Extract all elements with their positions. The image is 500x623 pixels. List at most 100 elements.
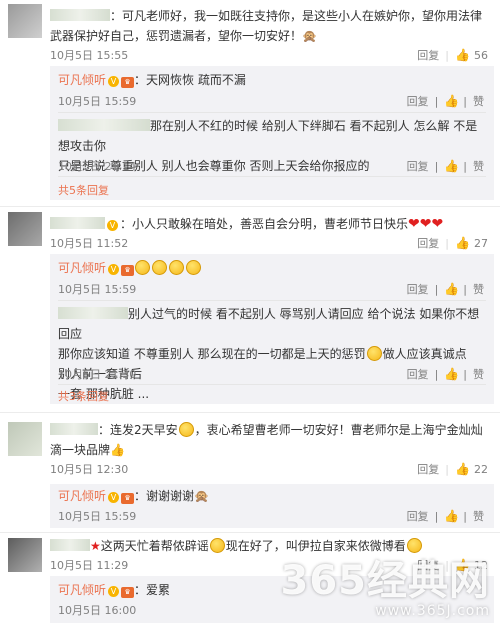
reply-button[interactable]: 回复 (417, 461, 439, 477)
avatar[interactable] (8, 4, 42, 38)
more-replies-link[interactable]: 共5条回复 (58, 182, 109, 198)
reply-button[interactable]: 回复 (417, 47, 439, 63)
like-icon[interactable]: 👍 (455, 237, 470, 249)
divider (58, 176, 486, 177)
reply-box: 可凡倾听 V ♛ ：天网恢恢 疏而不漏 10月5日 15:59 回复 | 👍 | 赞 那在… (50, 66, 494, 200)
reply-username[interactable]: 可凡倾听 (58, 73, 106, 87)
like-button[interactable]: 赞 (473, 158, 484, 174)
vip-badge-icon: ♛ (121, 77, 135, 88)
like-icon[interactable]: 👍 (444, 160, 459, 172)
comment-actions: 回复 | 👍 27 (417, 235, 488, 251)
smile-emoji-icon (186, 260, 202, 275)
verified-badge-icon: V (108, 264, 120, 275)
like-button[interactable]: 赞 (473, 366, 484, 382)
vip-badge-icon: ♛ (121, 493, 135, 504)
smile-emoji-icon (135, 260, 151, 275)
like-count: 27 (474, 236, 488, 250)
comment-time: 10月5日 11:29 (50, 559, 129, 572)
like-count: 22 (474, 462, 488, 476)
reply-username[interactable]: 可凡倾听 (58, 583, 106, 597)
sub-reply-actions: 回复 | 👍 | 赞 (406, 158, 484, 174)
sub-reply-time: 10月5日 21:30 (58, 368, 137, 381)
comment-text: V ：小人只敢躲在暗处，善恶自会分明，曹老师节日快乐❤❤❤ (50, 214, 488, 234)
verified-badge-icon: V (107, 220, 118, 231)
monkey-icon: 🙊 (302, 29, 317, 43)
comment-text: ★这两天忙着帮侬辟谣 现在好了，叫伊拉自家来侬微博看 (50, 536, 488, 556)
sub-reply-time: 10月5日 21:14 (58, 160, 137, 173)
like-count: 56 (474, 48, 488, 62)
reply-button[interactable]: 回复 (407, 366, 429, 382)
comment-1: ：可凡老师好，我一如既往支持你，是这些小人在嫉妒你，望你用法律武器保护好自己，惩… (0, 0, 500, 200)
reply-username[interactable]: 可凡倾听 (58, 489, 106, 503)
smile-emoji-icon (152, 260, 168, 275)
reply-text: 可凡倾听 V ♛ ：谢谢谢谢🙊 (58, 489, 209, 504)
monkey-icon: 🙊 (194, 489, 209, 503)
comment-actions: 回复 | 👍 22 (417, 461, 488, 477)
reply-actions: 回复 | 👍 | 赞 (406, 508, 484, 524)
vip-badge-icon: ♛ (121, 265, 135, 276)
smile-emoji-icon (178, 422, 194, 437)
comment-3: ：连发2天早安 ，衷心希望曹老师一切安好！曹老师尔是上海宁金灿灿滴一块品牌👍 10… (0, 414, 500, 528)
like-icon[interactable]: 👍 (444, 510, 459, 522)
redacted-username[interactable] (50, 217, 105, 229)
thumbs-up-emoji-icon: 👍 (110, 443, 125, 457)
avatar[interactable] (8, 422, 42, 456)
like-button[interactable]: 赞 (473, 508, 484, 524)
comment-time: 10月5日 12:30 (50, 463, 129, 476)
like-icon[interactable]: 👍 (444, 368, 459, 380)
like-button[interactable]: 赞 (473, 281, 484, 297)
reply-text: 可凡倾听 V ♛ (58, 258, 482, 278)
heart-icon: ❤❤❤ (408, 216, 444, 232)
reply-box: 可凡倾听 V ♛ 10月5日 15:59 回复 | 👍 | 赞 别人过气的时候 看不起别… (50, 254, 494, 404)
comment-time: 10月5日 15:55 (50, 49, 129, 62)
like-icon[interactable]: 👍 (455, 49, 470, 61)
smile-emoji-icon (366, 346, 382, 361)
like-icon[interactable]: 👍 (444, 283, 459, 295)
comment-divider (0, 412, 500, 413)
reply-username[interactable]: 可凡倾听 (58, 261, 106, 275)
like-icon[interactable]: 👍 (455, 463, 470, 475)
comment-divider (0, 532, 500, 533)
reply-actions: 回复 | 👍 | 赞 (406, 281, 484, 297)
divider (58, 300, 486, 301)
like-icon[interactable]: 👍 (444, 95, 459, 107)
reply-time: 10月5日 16:00 (58, 604, 137, 617)
reply-time: 10月5日 15:59 (58, 510, 137, 523)
divider (58, 384, 486, 385)
reply-button[interactable]: 回复 (407, 158, 429, 174)
redacted-username[interactable] (50, 539, 90, 551)
sub-reply-actions: 回复 | 👍 | 赞 (406, 366, 484, 382)
comment-2: V ：小人只敢躲在暗处，善恶自会分明，曹老师节日快乐❤❤❤ 10月5日 11:52… (0, 208, 500, 412)
site-watermark: 365经典网 www.365J.com (281, 559, 491, 619)
comment-text: ：可凡老师好，我一如既往支持你，是这些小人在嫉妒你，望你用法律武器保护好自己，惩… (50, 9, 483, 43)
like-button[interactable]: 赞 (473, 93, 484, 109)
comment-time: 10月5日 11:52 (50, 237, 129, 250)
reply-button[interactable]: 回复 (407, 281, 429, 297)
avatar[interactable] (8, 538, 42, 572)
reply-text: 可凡倾听 V ♛ ：天网恢恢 疏而不漏 (58, 73, 246, 88)
watermark-url: www.365J.com (375, 603, 490, 619)
reply-time: 10月5日 15:59 (58, 95, 137, 108)
smile-emoji-icon (169, 260, 185, 275)
verified-badge-icon: V (108, 586, 120, 597)
avatar[interactable] (8, 212, 42, 246)
redacted-username[interactable] (50, 9, 110, 21)
reply-button[interactable]: 回复 (417, 235, 439, 251)
comment-divider (0, 206, 500, 207)
laugh-emoji-icon (406, 538, 422, 553)
redacted-username[interactable] (50, 423, 98, 435)
redacted-username[interactable] (58, 119, 150, 131)
sub-reply-text: 别人过气的时候 看不起别人 辱骂别人请回应 给个说法 如果你不想回应 那你应该知… (58, 307, 480, 401)
reply-button[interactable]: 回复 (407, 93, 429, 109)
verified-badge-icon: V (108, 76, 120, 87)
verified-badge-icon: V (108, 492, 120, 503)
watermark-title: 365经典网 (280, 558, 490, 604)
reply-time: 10月5日 15:59 (58, 283, 137, 296)
reply-box: 可凡倾听 V ♛ ：谢谢谢谢🙊 10月5日 15:59 回复 | 👍 | 赞 (50, 484, 494, 528)
reply-button[interactable]: 回复 (407, 508, 429, 524)
redacted-username[interactable] (58, 307, 128, 319)
more-replies-link[interactable]: 共3条回复 (58, 388, 109, 404)
vip-badge-icon: ♛ (121, 587, 135, 598)
reply-actions: 回复 | 👍 | 赞 (406, 93, 484, 109)
comment-text: ：连发2天早安 ，衷心希望曹老师一切安好！曹老师尔是上海宁金灿灿滴一块品牌👍 (50, 422, 483, 457)
